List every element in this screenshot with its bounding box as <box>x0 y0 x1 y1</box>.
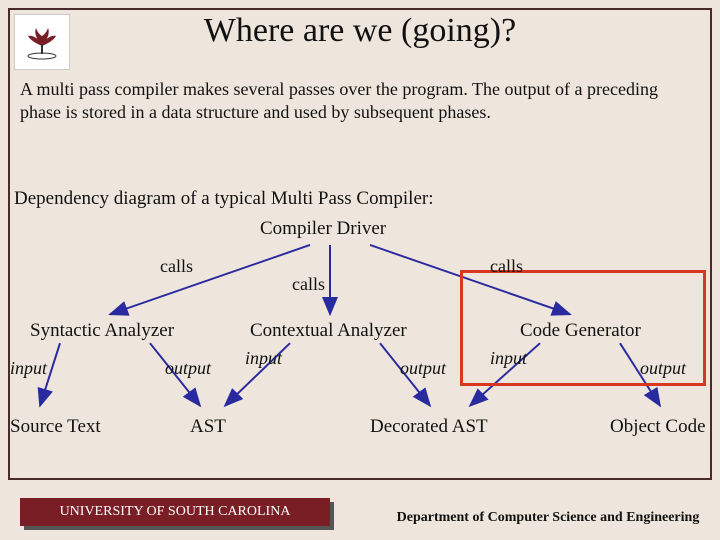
slide-title: Where are we (going)? <box>10 12 710 50</box>
dependency-heading: Dependency diagram of a typical Multi Pa… <box>14 188 433 210</box>
label-calls-mid: calls <box>292 274 325 295</box>
label-calls-right: calls <box>490 256 523 277</box>
node-syntactic-analyzer: Syntactic Analyzer <box>30 320 174 342</box>
node-code-generator: Code Generator <box>520 320 641 342</box>
label-output-1: output <box>165 358 211 379</box>
node-object-code: Object Code <box>610 416 706 438</box>
slide-frame: Where are we (going)? A multi pass compi… <box>8 8 712 480</box>
label-output-3: output <box>640 358 686 379</box>
label-input-3: input <box>490 348 527 369</box>
node-compiler-driver: Compiler Driver <box>260 218 386 240</box>
footer-university-label: UNIVERSITY OF SOUTH CAROLINA <box>20 498 330 526</box>
dependency-diagram: Compiler Driver Syntactic Analyzer Conte… <box>10 218 710 478</box>
label-output-2: output <box>400 358 446 379</box>
footer-university-bar: UNIVERSITY OF SOUTH CAROLINA <box>20 498 330 526</box>
node-source-text: Source Text <box>10 416 101 438</box>
label-input-2: input <box>245 348 282 369</box>
label-input-1: input <box>10 358 47 379</box>
label-calls-left: calls <box>160 256 193 277</box>
node-contextual-analyzer: Contextual Analyzer <box>250 320 407 342</box>
node-decorated-ast: Decorated AST <box>370 416 488 438</box>
footer-department-label: Department of Computer Science and Engin… <box>388 510 708 526</box>
intro-paragraph: A multi pass compiler makes several pass… <box>20 78 700 123</box>
node-ast: AST <box>190 416 226 438</box>
